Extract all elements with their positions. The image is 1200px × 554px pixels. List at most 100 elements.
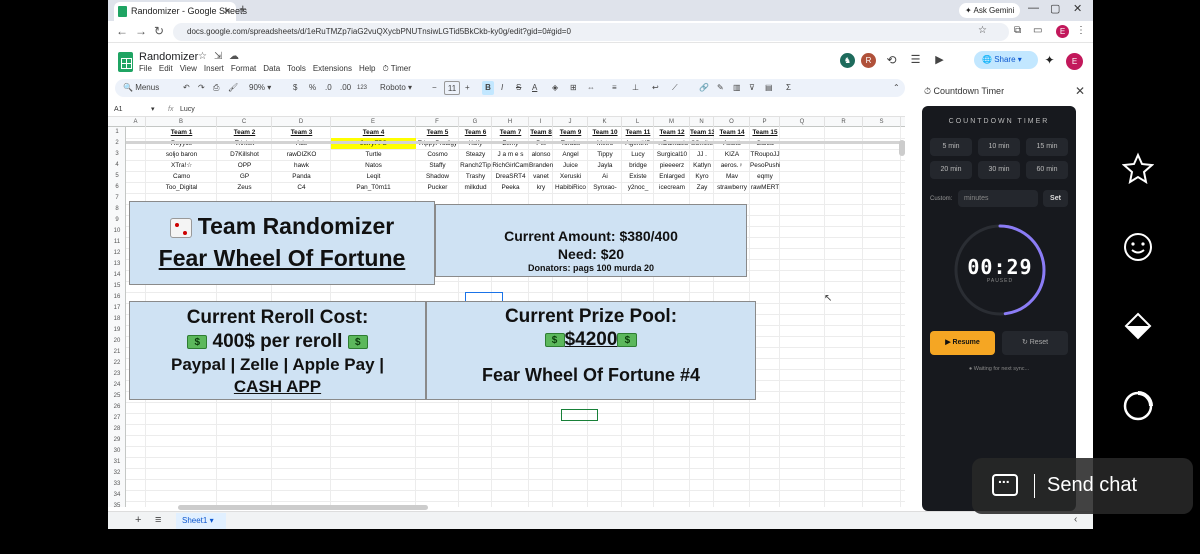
menu-file[interactable]: File <box>139 64 152 73</box>
bold-button[interactable]: B <box>482 81 494 95</box>
row-header[interactable]: 12 <box>108 248 126 259</box>
account-avatar[interactable]: E <box>1066 53 1083 70</box>
column-header[interactable]: N <box>690 117 714 127</box>
row-header[interactable]: 16 <box>108 292 126 303</box>
row-header[interactable]: 6 <box>108 182 126 193</box>
star-icon[interactable] <box>1122 152 1154 184</box>
player-cell[interactable]: eqmy <box>750 171 780 182</box>
player-cell[interactable]: Synxao- <box>588 182 622 193</box>
player-cell[interactable]: GP <box>217 171 272 182</box>
player-cell[interactable]: rawDIZKO <box>272 149 331 160</box>
horizontal-scrollbar[interactable] <box>178 505 428 510</box>
merge-cells-icon[interactable]: ⇔ <box>587 79 595 97</box>
row-header[interactable]: 1 <box>108 127 126 138</box>
spreadsheet-grid[interactable]: ABCDEFGHIJKLMNOPQRS 1 2 3 4 5 6 7 8 9 10 11 12 13 14 1… <box>108 117 905 507</box>
player-cell[interactable]: Katlyn <box>690 160 714 171</box>
player-cell[interactable]: kry <box>529 182 553 193</box>
row-header[interactable]: 17 <box>108 303 126 314</box>
preset-10min[interactable]: 10 min <box>978 138 1020 156</box>
custom-minutes-input[interactable]: minutes <box>958 190 1038 207</box>
player-cell[interactable]: PesoPushin <box>750 160 780 171</box>
column-header[interactable]: O <box>714 117 750 127</box>
add-sheet-button[interactable]: + <box>135 514 141 526</box>
reload-icon[interactable]: ↻ <box>154 24 164 38</box>
row-header[interactable]: 21 <box>108 347 126 358</box>
row-header[interactable]: 34 <box>108 490 126 501</box>
row-header[interactable]: 32 <box>108 468 126 479</box>
align-icon[interactable]: ≡ <box>612 79 617 97</box>
player-cell[interactable]: Zeus <box>217 182 272 193</box>
player-cell[interactable]: alonso <box>529 149 553 160</box>
player-cell[interactable]: Too_Digital <box>146 182 217 193</box>
column-header[interactable]: G <box>459 117 492 127</box>
menu-edit[interactable]: Edit <box>159 64 173 73</box>
ask-gemini-button[interactable]: ✦ Ask Gemini <box>959 3 1021 18</box>
player-cell[interactable]: pieeeerz <box>654 160 690 171</box>
valign-icon[interactable]: ⊥ <box>632 79 639 97</box>
player-cell[interactable]: Shadow <box>416 171 459 182</box>
row-header[interactable]: 30 <box>108 446 126 457</box>
player-cell[interactable]: Surgical10 <box>654 149 690 160</box>
row-header[interactable]: 23 <box>108 369 126 380</box>
player-cell[interactable]: Mav <box>714 171 750 182</box>
player-cell[interactable]: Pan_T0m11 <box>331 182 416 193</box>
close-panel-icon[interactable]: ✕ <box>1075 84 1085 98</box>
player-cell[interactable]: DreaSRT4 <box>492 171 529 182</box>
player-cell[interactable]: aeros.♀ <box>714 160 750 171</box>
wrap-icon[interactable]: ↩ <box>652 79 659 97</box>
team-header[interactable]: Team 13 <box>690 127 714 138</box>
team-header[interactable]: Team 2 <box>217 127 272 138</box>
player-cell[interactable]: Panda <box>272 171 331 182</box>
row-header[interactable]: 35 <box>108 501 126 507</box>
row-header[interactable]: 5 <box>108 171 126 182</box>
collapse-toolbar-icon[interactable]: ⌃ <box>893 79 900 97</box>
fill-color-icon[interactable]: ◈ <box>552 79 558 97</box>
vertical-scrollbar[interactable] <box>899 140 905 156</box>
row-header[interactable]: 19 <box>108 325 126 336</box>
column-header[interactable]: H <box>492 117 529 127</box>
collaborator-avatar-r[interactable]: R <box>861 53 876 68</box>
player-cell[interactable]: Steazy <box>459 149 492 160</box>
team-header[interactable]: Team 3 <box>272 127 331 138</box>
gift-icon[interactable] <box>1122 310 1154 342</box>
player-cell[interactable]: Jayla <box>588 160 622 171</box>
player-cell[interactable]: XTra!☆ <box>146 160 217 171</box>
print-icon[interactable]: ⎙ <box>213 79 219 97</box>
timer-icon[interactable] <box>1122 390 1154 422</box>
player-cell[interactable]: Tippy <box>588 149 622 160</box>
strikethrough-button[interactable]: S <box>516 79 521 97</box>
column-header[interactable]: M <box>654 117 690 127</box>
row-header[interactable]: 26 <box>108 402 126 413</box>
menu-format[interactable]: Format <box>231 64 256 73</box>
team-header[interactable]: Team 15 <box>750 127 780 138</box>
meet-icon[interactable]: ▶ <box>932 53 947 68</box>
row-header[interactable]: 33 <box>108 479 126 490</box>
rotate-icon[interactable]: ⟋ <box>672 79 678 97</box>
column-header[interactable]: F <box>416 117 459 127</box>
emoji-icon[interactable] <box>1122 231 1154 263</box>
profile-avatar[interactable]: E <box>1056 25 1069 38</box>
team-header[interactable]: Team 11 <box>622 127 654 138</box>
player-cell[interactable]: Branden <box>529 160 553 171</box>
player-cell[interactable]: Staffy <box>416 160 459 171</box>
player-cell[interactable]: hawk <box>272 160 331 171</box>
team-header[interactable]: Team 12 <box>654 127 690 138</box>
formula-input[interactable]: Lucy <box>180 103 195 117</box>
filter-views-icon[interactable]: ▤ <box>765 79 773 97</box>
collaborator-avatar-icon[interactable]: ♞ <box>840 53 855 68</box>
row-header[interactable]: 9 <box>108 215 126 226</box>
team-header[interactable]: Team 7 <box>492 127 529 138</box>
side-panel-icon[interactable]: ▭ <box>1033 25 1042 36</box>
column-header[interactable]: I <box>529 117 553 127</box>
row-header[interactable]: 24 <box>108 380 126 391</box>
player-cell[interactable]: Juice <box>553 160 588 171</box>
comments-icon[interactable]: ☰ <box>908 53 923 68</box>
currency-button[interactable]: $ <box>293 79 297 97</box>
player-cell[interactable]: vanet <box>529 171 553 182</box>
column-header[interactable]: A <box>126 117 146 127</box>
player-cell[interactable]: Cosmo <box>416 149 459 160</box>
column-header[interactable]: S <box>863 117 901 127</box>
row-header[interactable]: 18 <box>108 314 126 325</box>
share-button[interactable]: 🌐 Share ▾ <box>974 51 1038 69</box>
team-header[interactable]: Team 4 <box>331 127 416 138</box>
